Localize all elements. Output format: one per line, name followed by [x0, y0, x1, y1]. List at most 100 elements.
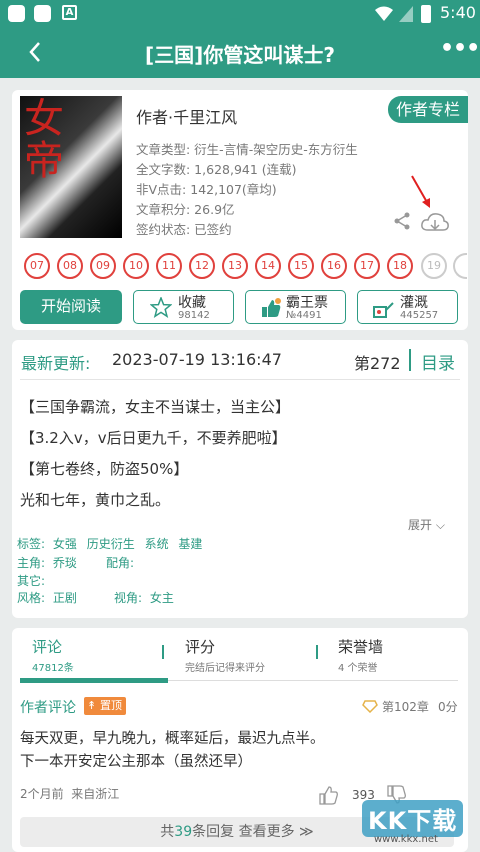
tab-comments[interactable]: 评论 47812条 — [32, 636, 74, 674]
book-clicks: 非V点击: 142,107(章均) — [136, 182, 277, 197]
lead-value: 乔琰 — [52, 556, 77, 570]
chevron-down-icon: ≫ — [294, 824, 314, 840]
view-row: 视角: 女主 — [114, 590, 174, 607]
intro-text: 【三国争霸流，女主不当谋士，当主公】 【3.2入v，v后日更九千，不要养肥啦】 … — [20, 392, 290, 516]
flower-badge: 18 — [387, 253, 413, 279]
top-nav: [三国]你管这叫谋士? ••• — [0, 28, 480, 78]
divider — [168, 680, 458, 681]
tag-item[interactable]: 历史衍生 — [87, 537, 135, 551]
book-cover[interactable]: 女帝 — [20, 96, 122, 238]
comment-line: 每天双更，早九晚九，概率延后，最迟九点半。 — [20, 731, 325, 747]
battery-icon — [421, 5, 431, 23]
tab-honors[interactable]: 荣誉墙 4 个荣誉 — [338, 636, 383, 674]
comment-chapter: 第102章 — [382, 700, 429, 714]
tag-item[interactable]: 基建 — [178, 537, 202, 551]
pin-badge: ↟ 置顶 — [84, 697, 126, 715]
flower-badge: 09 — [90, 253, 116, 279]
flower-badge: 13 — [222, 253, 248, 279]
flower-badge: 12 — [189, 253, 215, 279]
app-a-icon: A — [62, 5, 77, 20]
divider — [409, 349, 411, 371]
cover-title: 女帝 — [24, 96, 64, 184]
update-date: 2023-07-19 13:16:47 — [112, 350, 282, 369]
download-icon[interactable] — [420, 210, 450, 234]
tags-label: 标签: — [17, 537, 46, 551]
thumb-ticket-icon — [262, 298, 281, 317]
comment-line: 下一本开安定公主那本（虽然还早） — [20, 754, 252, 770]
more-icon[interactable]: ••• — [440, 36, 480, 61]
lead-row: 主角: 乔琰 — [17, 555, 77, 572]
style-value: 正剧 — [52, 591, 77, 605]
expand-button[interactable]: 展开 ⌵ — [408, 516, 445, 533]
comment-score: 0分 — [438, 700, 458, 714]
author-column-button[interactable]: 作者专栏 — [388, 96, 468, 123]
page-title: [三国]你管这叫谋士? — [145, 43, 335, 67]
annotation-arrow-icon — [411, 175, 430, 208]
comment-body: 每天双更，早九晚九，概率延后，最迟九点半。 下一本开安定公主那本（虽然还早） — [20, 728, 325, 774]
intro-line: 【三国争霸流，女主不当谋士，当主公】 — [20, 398, 291, 416]
replies-pre: 共 — [160, 824, 175, 840]
flower-badge: 14 — [255, 253, 281, 279]
tab-rating[interactable]: 评分 完结后记得来评分 — [185, 636, 265, 674]
chevron-down-icon: ⌵ — [432, 518, 445, 532]
divider — [20, 379, 460, 380]
watermark-logo: KK下载 — [362, 800, 464, 837]
lead-label: 主角: — [17, 556, 46, 570]
start-reading-button[interactable]: 开始阅读 — [20, 290, 122, 324]
book-contract: 签约状态: 已签约 — [136, 222, 232, 237]
like-icon[interactable] — [318, 785, 340, 805]
star-icon — [150, 297, 172, 318]
share-icon[interactable] — [393, 212, 411, 230]
book-words: 全文字数: 1,628,941 (连载) — [136, 162, 297, 177]
tab-sub: 完结后记得来评分 — [185, 663, 265, 674]
intro-line: 光和七年，黄巾之乱。 — [20, 491, 171, 509]
tab-label: 评分 — [185, 638, 216, 656]
intro-line: 【第七卷终，防盗50%】 — [20, 460, 189, 478]
tags-row: 标签: 女强 历史衍生 系统 基建 — [17, 536, 202, 553]
watermark-url: www.kkx.net — [374, 834, 438, 845]
flower-badge: 11 — [156, 253, 182, 279]
tag-item[interactable]: 女强 — [53, 537, 77, 551]
status-time: 5:40 — [440, 3, 476, 22]
support-label: 配角: — [106, 556, 135, 570]
style-label: 风格: — [17, 591, 46, 605]
water-button[interactable]: 灌溉 445257 — [357, 290, 458, 324]
flower-badge: 10 — [123, 253, 149, 279]
flower-badge: 08 — [57, 253, 83, 279]
divider — [162, 645, 164, 659]
flower-badge: 19 — [421, 253, 447, 279]
flower-badge: 15 — [288, 253, 314, 279]
intro-line: 【3.2入v，v后日更九千，不要养肥啦】 — [20, 429, 287, 447]
toc-link[interactable]: 目录 — [421, 349, 455, 374]
status-bar: A 5:40 — [0, 0, 480, 28]
comment-time: 2个月前 来自浙江 — [20, 787, 120, 801]
style-row: 风格: 正剧 — [17, 590, 77, 607]
replies-post: 条回复 查看更多 — [192, 824, 295, 840]
pin-label: 置顶 — [100, 699, 122, 712]
favorite-label: 收藏 — [178, 295, 206, 311]
watering-can-icon — [373, 302, 394, 318]
diamond-icon — [362, 700, 378, 713]
favorite-button[interactable]: 收藏 98142 — [133, 290, 234, 324]
replies-count: 39 — [174, 824, 193, 840]
latest-chapter[interactable]: 第272 — [354, 350, 402, 374]
water-label: 灌溉 — [400, 295, 428, 311]
ticket-count: №4491 — [286, 310, 322, 321]
author-name[interactable]: 作者·千里江风 — [136, 104, 237, 128]
pin-icon: ↟ — [87, 699, 97, 712]
notification-icon — [34, 5, 51, 22]
author-comment-title: 作者评论 — [20, 700, 76, 716]
water-count: 445257 — [400, 310, 439, 321]
tab-label: 荣誉墙 — [338, 638, 384, 656]
view-value: 女主 — [149, 591, 174, 605]
flower-badge: 17 — [354, 253, 380, 279]
tab-indicator — [20, 678, 168, 683]
view-label: 视角: — [114, 591, 143, 605]
tag-item[interactable]: 系统 — [145, 537, 169, 551]
ticket-button[interactable]: 霸王票 №4491 — [245, 290, 346, 324]
notification-icon — [8, 5, 25, 22]
favorite-count: 98142 — [178, 310, 210, 321]
book-score: 文章积分: 26.9亿 — [136, 202, 235, 217]
ticket-label: 霸王票 — [286, 295, 328, 311]
tab-label: 评论 — [32, 638, 63, 656]
